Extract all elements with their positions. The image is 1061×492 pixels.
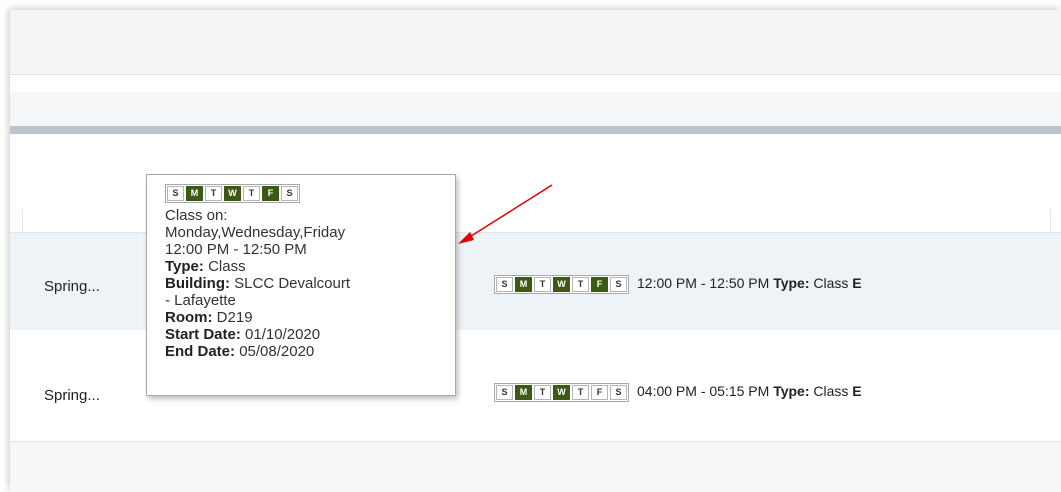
annotation-arrow-icon bbox=[458, 184, 553, 244]
